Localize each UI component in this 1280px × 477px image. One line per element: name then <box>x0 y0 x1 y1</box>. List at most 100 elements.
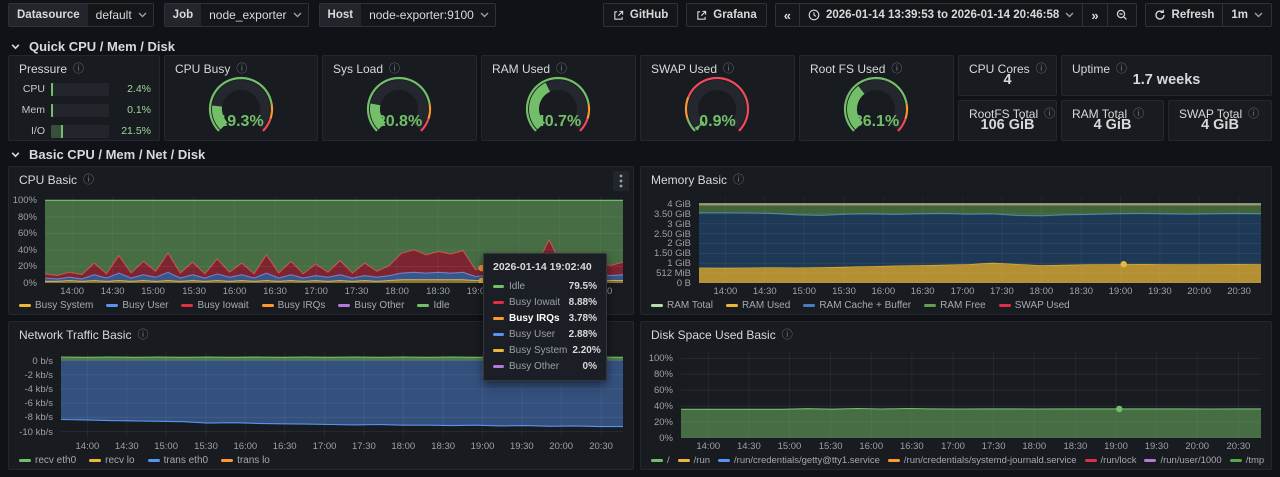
legend-item[interactable]: RAM Total <box>651 300 713 311</box>
y-axis-label: 0 b/s <box>32 356 53 367</box>
info-icon[interactable]: ⓘ <box>782 330 793 341</box>
toolbar-right: GitHub Grafana « 2026-01-14 13:39:53 to … <box>603 3 1272 27</box>
y-axis-label: 3.50 GiB <box>654 209 691 220</box>
tooltip-row: Idle79.5% <box>484 278 606 294</box>
pressure-row-cpu: CPU 2.4% <box>17 82 151 96</box>
chevron-down-icon <box>10 41 21 52</box>
y-axis-label: 4 GiB <box>667 199 691 210</box>
legend-item[interactable]: /run/credentials/systemd-journald.servic… <box>888 455 1077 466</box>
github-link-button[interactable]: GitHub <box>603 3 678 27</box>
info-icon[interactable]: ⓘ <box>556 64 567 75</box>
x-axis-label: 14:00 <box>54 286 90 297</box>
pressure-row-io: I/O 21.5% <box>17 124 151 138</box>
legend-item[interactable]: RAM Used <box>726 300 790 311</box>
x-axis-label: 19:00 <box>1098 441 1134 452</box>
plot-area[interactable] <box>699 197 1261 283</box>
gauge-value: 19.3% <box>165 113 317 131</box>
legend-item[interactable]: RAM Cache + Buffer <box>803 300 911 311</box>
info-icon[interactable]: ⓘ <box>723 64 734 75</box>
refresh-button[interactable]: Refresh <box>1146 4 1223 26</box>
y-axis-label: 2.50 GiB <box>654 229 691 240</box>
legend-item[interactable]: Busy Other <box>338 300 404 311</box>
info-icon[interactable]: ⓘ <box>891 64 902 75</box>
chevron-down-icon <box>1065 12 1074 18</box>
section-quick-cpu-mem-disk[interactable]: Quick CPU / Mem / Disk <box>10 39 175 54</box>
legend-item[interactable]: Busy Iowait <box>181 300 248 311</box>
info-icon[interactable]: ⓘ <box>733 175 744 186</box>
stat-value: 4 GiB <box>1062 117 1163 133</box>
legend-item[interactable]: Busy User <box>106 300 168 311</box>
time-range-button[interactable]: 2026-01-14 13:39:53 to 2026-01-14 20:46:… <box>799 4 1082 26</box>
legend-item[interactable]: /run/user/1000 <box>1144 455 1221 466</box>
x-axis-label: 14:00 <box>69 441 105 452</box>
legend-item[interactable]: /run/lock <box>1085 455 1137 466</box>
info-icon[interactable]: ⓘ <box>389 64 400 75</box>
tooltip-row: Busy User2.88% <box>484 326 606 342</box>
x-axis-label: 20:00 <box>1181 286 1217 297</box>
legend-swatch <box>417 304 429 307</box>
time-shift-forward-button[interactable]: » <box>1082 4 1106 26</box>
x-axis-label: 20:30 <box>1221 286 1257 297</box>
time-picker: « 2026-01-14 13:39:53 to 2026-01-14 20:4… <box>775 3 1137 27</box>
series-swatch <box>493 317 504 320</box>
x-axis-label: 17:00 <box>945 286 981 297</box>
host-variable[interactable]: Host node-exporter:9100 <box>319 3 496 27</box>
job-variable[interactable]: Job node_exporter <box>164 3 309 27</box>
chevron-down-icon <box>138 12 147 18</box>
legend-item[interactable]: Idle <box>417 300 449 311</box>
section-basic-cpu-mem-net-disk[interactable]: Basic CPU / Mem / Net / Disk <box>10 147 205 162</box>
gauge-value: 20.8% <box>323 113 476 131</box>
legend-item[interactable]: /run <box>678 455 710 466</box>
x-axis-label: 16:30 <box>257 286 293 297</box>
x-axis-label: 18:00 <box>1016 441 1052 452</box>
legend-item[interactable]: trans eth0 <box>148 455 208 466</box>
legend-swatch <box>338 304 350 307</box>
legend-item[interactable]: / <box>651 455 670 466</box>
legend-item[interactable]: RAM Free <box>924 300 986 311</box>
refresh-interval-select[interactable]: 1m <box>1222 4 1271 26</box>
clock-icon <box>808 9 820 21</box>
y-axis-label: 3 GiB <box>667 219 691 230</box>
info-icon[interactable]: ⓘ <box>236 64 247 75</box>
template-variables: Datasource default Job node_exporter Hos… <box>8 3 496 27</box>
legend-item[interactable]: recv lo <box>89 455 134 466</box>
x-axis-label: 16:00 <box>853 441 889 452</box>
legend-swatch <box>651 459 663 462</box>
legend-swatch <box>148 459 160 462</box>
legend-item[interactable]: trans lo <box>221 455 270 466</box>
legend-item[interactable]: recv eth0 <box>19 455 76 466</box>
x-axis-label: 15:30 <box>813 441 849 452</box>
uptime-stat-panel: Uptimeⓘ 1.7 weeks <box>1061 55 1272 96</box>
job-value: node_exporter <box>209 4 286 26</box>
zoom-out-time-button[interactable] <box>1107 4 1136 26</box>
x-axis-label: 19:30 <box>1142 286 1178 297</box>
info-icon[interactable]: ⓘ <box>83 175 94 186</box>
time-shift-back-button[interactable]: « <box>776 4 799 26</box>
series-swatch <box>493 301 504 304</box>
y-axis-label: 40% <box>18 245 37 256</box>
legend-item[interactable]: /run/credentials/getty@tty1.service <box>718 455 880 466</box>
grafana-link-button[interactable]: Grafana <box>686 3 766 27</box>
series-swatch <box>493 365 504 368</box>
refresh-icon <box>1154 9 1166 21</box>
x-axis-label: 14:30 <box>109 441 145 452</box>
info-icon[interactable]: ⓘ <box>137 330 148 341</box>
legend-swatch <box>181 304 193 307</box>
panel-menu-button[interactable] <box>613 171 629 191</box>
bar-gauge <box>51 104 109 117</box>
x-axis-label: 15:30 <box>176 286 212 297</box>
legend-swatch <box>262 304 274 307</box>
tooltip-row: Busy Iowait8.88% <box>484 294 606 310</box>
legend-item[interactable]: Busy System <box>19 300 93 311</box>
x-axis-label: 15:30 <box>826 286 862 297</box>
legend-item[interactable]: SWAP Used <box>999 300 1070 311</box>
datasource-variable[interactable]: Datasource default <box>8 3 154 27</box>
toolbar: Datasource default Job node_exporter Hos… <box>0 0 1280 30</box>
info-icon[interactable]: ⓘ <box>73 64 84 75</box>
datasource-label: Datasource <box>9 4 88 26</box>
legend-item[interactable]: Busy IRQs <box>262 300 326 311</box>
stat-value: 1.7 weeks <box>1062 72 1271 88</box>
legend-item[interactable]: /tmp <box>1230 455 1264 466</box>
plot-area[interactable] <box>681 352 1261 438</box>
x-axis-label: 16:30 <box>267 441 303 452</box>
